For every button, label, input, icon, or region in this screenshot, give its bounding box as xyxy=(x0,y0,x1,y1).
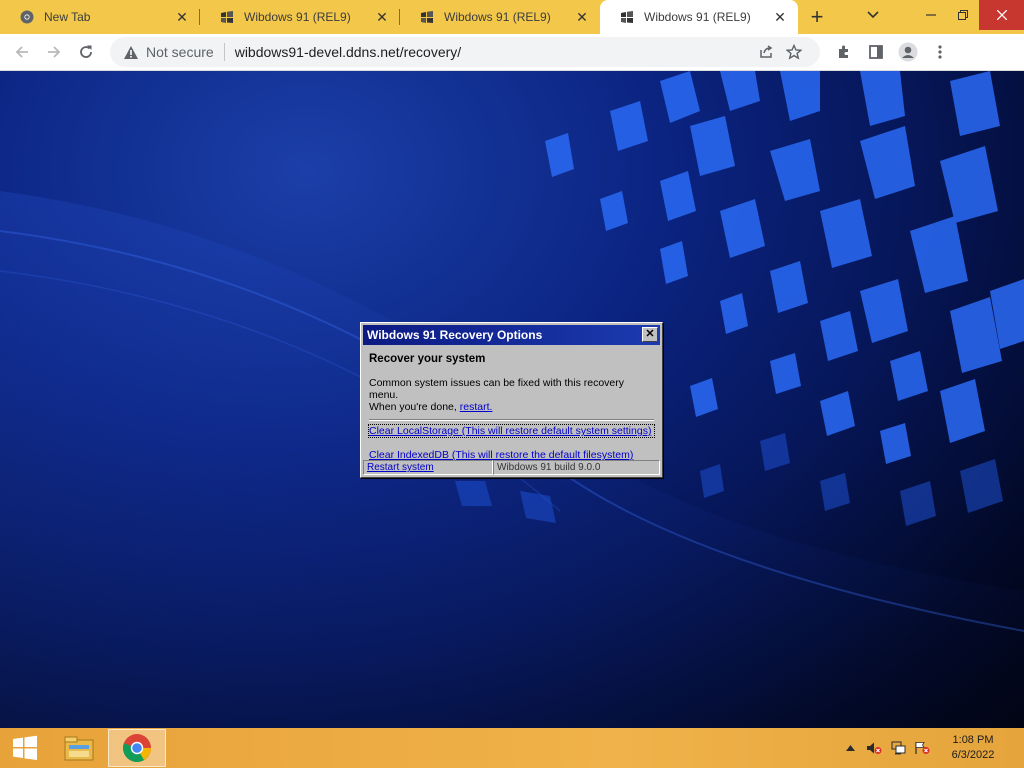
build-version-label: Wibdows 91 build 9.0.0 xyxy=(493,460,660,475)
restart-link[interactable]: restart. xyxy=(460,401,493,413)
description-line-2: When you're done, xyxy=(369,401,460,413)
tab-strip: New Tab ✕ Wibdows 91 (REL9) ✕ Wibdows 91… xyxy=(0,0,1024,34)
extensions-icon[interactable] xyxy=(828,36,860,68)
restore-icon[interactable] xyxy=(947,0,979,30)
back-button[interactable] xyxy=(6,36,38,68)
tab-close-icon[interactable]: ✕ xyxy=(574,9,590,25)
tab-wibdows-active[interactable]: Wibdows 91 (REL9) ✕ xyxy=(600,0,798,34)
dialog-description: Common system issues can be fixed with t… xyxy=(369,377,654,413)
tab-search-icon[interactable] xyxy=(863,0,883,30)
tab-close-icon[interactable]: ✕ xyxy=(174,9,190,25)
chrome-taskbar-icon[interactable] xyxy=(108,729,166,767)
tab-new-tab[interactable]: New Tab ✕ xyxy=(0,0,200,34)
restart-system-link[interactable]: Restart system xyxy=(363,460,493,475)
wibdows-icon xyxy=(220,10,234,24)
clock-date: 6/3/2022 xyxy=(951,749,995,761)
description-line-1: Common system issues can be fixed with t… xyxy=(369,377,625,401)
profile-avatar-icon[interactable] xyxy=(892,36,924,68)
tab-close-icon[interactable]: ✕ xyxy=(772,9,788,25)
start-button[interactable] xyxy=(0,728,50,768)
wibdows-icon xyxy=(420,10,434,24)
dialog-status-bar: Restart system Wibdows 91 build 9.0.0 xyxy=(363,460,660,475)
taskbar-clock[interactable]: 1:08 PM 6/3/2022 xyxy=(934,733,1012,763)
recovery-dialog: Wibdows 91 Recovery Options ✕ Recover yo… xyxy=(360,322,663,478)
tab-wibdows-1[interactable]: Wibdows 91 (REL9) ✕ xyxy=(200,0,400,34)
dialog-divider xyxy=(369,419,654,421)
security-label[interactable]: Not secure xyxy=(146,44,214,60)
browser-toolbar: Not secure wibdows91-devel.ddns.net/reco… xyxy=(0,34,1024,71)
tab-title: Wibdows 91 (REL9) xyxy=(444,10,551,24)
clear-localstorage-link[interactable]: Clear LocalStorage (This will restore de… xyxy=(368,424,655,438)
window-controls xyxy=(863,0,1024,34)
warning-icon[interactable] xyxy=(122,43,140,61)
side-panel-icon[interactable] xyxy=(860,36,892,68)
show-hidden-icons-icon[interactable] xyxy=(838,745,862,751)
dialog-title: Wibdows 91 Recovery Options xyxy=(367,328,543,342)
bookmark-star-icon[interactable] xyxy=(780,44,808,60)
taskbar: 1:08 PM 6/3/2022 xyxy=(0,728,1024,768)
tab-wibdows-2[interactable]: Wibdows 91 (REL9) ✕ xyxy=(400,0,600,34)
action-center-flag-icon[interactable] xyxy=(910,741,934,755)
clock-time: 1:08 PM xyxy=(952,734,994,746)
network-icon[interactable] xyxy=(886,741,910,755)
close-window-icon[interactable] xyxy=(979,0,1024,30)
menu-kebab-icon[interactable] xyxy=(924,36,956,68)
share-icon[interactable] xyxy=(752,44,780,60)
address-bar[interactable]: Not secure wibdows91-devel.ddns.net/reco… xyxy=(110,37,820,67)
tab-title: Wibdows 91 (REL9) xyxy=(244,10,351,24)
page-viewport: Wibdows 91 Recovery Options ✕ Recover yo… xyxy=(0,71,1024,728)
dialog-body: Recover your system Common system issues… xyxy=(361,347,662,461)
dialog-heading: Recover your system xyxy=(369,353,486,365)
speaker-muted-icon[interactable] xyxy=(862,741,886,755)
file-explorer-icon[interactable] xyxy=(50,728,108,768)
system-tray: 1:08 PM 6/3/2022 xyxy=(838,728,1024,768)
tab-close-icon[interactable]: ✕ xyxy=(374,9,390,25)
dialog-title-bar[interactable]: Wibdows 91 Recovery Options ✕ xyxy=(363,325,660,345)
dialog-close-icon[interactable]: ✕ xyxy=(642,327,658,342)
tab-title: New Tab xyxy=(44,10,91,24)
reload-button[interactable] xyxy=(70,36,102,68)
tab-title: Wibdows 91 (REL9) xyxy=(644,10,751,24)
omnibox-divider xyxy=(223,43,225,61)
forward-button[interactable] xyxy=(38,36,70,68)
minimize-icon[interactable] xyxy=(915,0,947,30)
chrome-icon xyxy=(20,10,34,24)
windows-logo-icon xyxy=(13,735,37,760)
toolbar-actions xyxy=(828,36,956,68)
wibdows-icon xyxy=(620,10,634,24)
new-tab-button[interactable]: + xyxy=(798,0,836,34)
url-text[interactable]: wibdows91-devel.ddns.net/recovery/ xyxy=(235,44,752,60)
